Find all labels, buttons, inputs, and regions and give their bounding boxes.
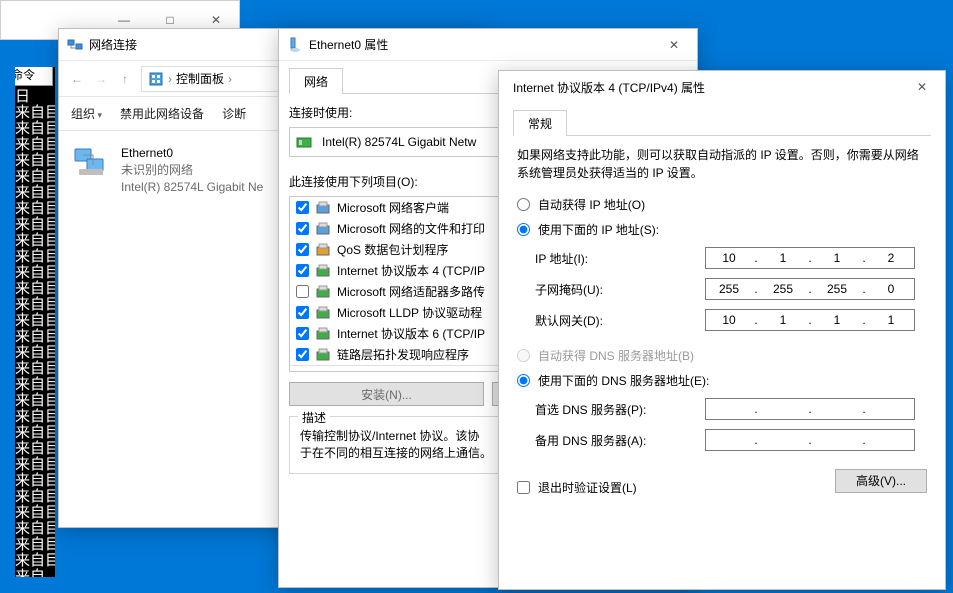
ip-address-field[interactable]: 10.1.1.2 [705, 247, 915, 269]
ip-octet[interactable]: 10 [706, 313, 752, 327]
preferred-dns-field[interactable]: ... [705, 398, 915, 420]
organize-menu[interactable]: 组织 [71, 105, 102, 122]
protocol-checkbox[interactable] [296, 306, 309, 319]
command-prompt-window: 命令 日来自目自目 1来自目自目 1来自目自目 1来自目自目 1来自目自目 1来… [15, 67, 55, 577]
description-text: 如果网络支持此功能，则可以获取自动指派的 IP 设置。否则，你需要从网络系统管理… [517, 146, 927, 182]
install-button[interactable]: 安装(N)... [289, 382, 484, 406]
protocol-checkbox[interactable] [296, 285, 309, 298]
radio-auto-ip[interactable] [517, 198, 530, 211]
back-button[interactable]: ← [65, 67, 89, 91]
close-button[interactable]: ✕ [651, 29, 697, 61]
protocol-label: QoS 数据包计划程序 [337, 241, 448, 258]
close-button[interactable]: ✕ [899, 71, 945, 103]
properties-icon [287, 37, 303, 53]
ip-octet[interactable]: 255 [814, 282, 860, 296]
protocol-label: Microsoft 网络客户端 [337, 199, 449, 216]
subnet-mask-field[interactable]: 255.255.255.0 [705, 278, 915, 300]
advanced-button[interactable]: 高级(V)... [835, 469, 927, 493]
protocol-checkbox[interactable] [296, 264, 309, 277]
gateway-label: 默认网关(D): [535, 312, 705, 329]
radio-manual-ip[interactable] [517, 223, 530, 236]
radio-auto-dns [517, 349, 530, 362]
adapter-name: Intel(R) 82574L Gigabit Netw [322, 135, 476, 149]
protocol-icon [315, 263, 331, 279]
protocol-icon [315, 284, 331, 300]
alternate-dns-field[interactable]: ... [705, 429, 915, 451]
gateway-field[interactable]: 10.1.1.1 [705, 309, 915, 331]
tab-general[interactable]: 常规 [513, 110, 567, 136]
protocol-checkbox[interactable] [296, 201, 309, 214]
adapter-icon [73, 145, 113, 181]
protocol-label: Microsoft 网络的文件和打印 [337, 220, 485, 237]
protocol-checkbox[interactable] [296, 222, 309, 235]
protocol-icon [315, 347, 331, 363]
up-button[interactable]: ↑ [113, 67, 137, 91]
ip-octet[interactable]: 0 [868, 282, 914, 296]
validate-checkbox[interactable] [517, 481, 530, 494]
protocol-label: Internet 协议版本 6 (TCP/IP [337, 325, 485, 342]
nic-icon [296, 135, 314, 149]
tab-bar: 常规 [513, 109, 931, 136]
cmd-output: 日来自目自目 1来自目自目 1来自目自目 1来自目自目 1来自目自目 1来自目自… [15, 89, 55, 577]
ip-octet[interactable]: 2 [868, 251, 914, 265]
subnet-mask-label: 子网掩码(U): [535, 281, 705, 298]
ipv4-properties-window: Internet 协议版本 4 (TCP/IPv4) 属性 ✕ 常规 如果网络支… [498, 70, 946, 590]
ip-octet[interactable]: 1 [760, 251, 806, 265]
protocol-checkbox[interactable] [296, 327, 309, 340]
protocol-label: Internet 协议版本 4 (TCP/IP [337, 262, 485, 279]
protocol-icon [315, 200, 331, 216]
protocol-label: Microsoft LLDP 协议驱动程 [337, 304, 482, 321]
window-title: Ethernet0 属性 [309, 36, 651, 53]
ip-octet[interactable]: 255 [760, 282, 806, 296]
protocol-label: 链路层拓扑发现响应程序 [337, 346, 469, 363]
disable-device-button[interactable]: 禁用此网络设备 [120, 105, 204, 122]
ip-address-label: IP 地址(I): [535, 250, 705, 267]
forward-button[interactable]: → [89, 67, 113, 91]
titlebar[interactable]: Ethernet0 属性 ✕ [279, 29, 697, 61]
crumb-control-panel[interactable]: 控制面板 [176, 70, 224, 87]
protocol-icon [315, 221, 331, 237]
manual-dns-label: 使用下面的 DNS 服务器地址(E): [538, 372, 709, 389]
auto-ip-label: 自动获得 IP 地址(O) [538, 196, 645, 213]
protocol-checkbox[interactable] [296, 348, 309, 361]
validate-label: 退出时验证设置(L) [538, 479, 637, 496]
titlebar[interactable]: Internet 协议版本 4 (TCP/IPv4) 属性 ✕ [499, 71, 945, 103]
ip-octet[interactable]: 1 [868, 313, 914, 327]
ip-octet[interactable]: 1 [760, 313, 806, 327]
preferred-dns-label: 首选 DNS 服务器(P): [535, 401, 705, 418]
adapter-model: Intel(R) 82574L Gigabit Ne [121, 179, 263, 196]
radio-manual-dns[interactable] [517, 374, 530, 387]
protocol-icon [315, 305, 331, 321]
manual-ip-label: 使用下面的 IP 地址(S): [538, 221, 659, 238]
cmd-title-frag: 命令 [15, 67, 53, 86]
auto-dns-label: 自动获得 DNS 服务器地址(B) [538, 347, 694, 364]
window-title: Internet 协议版本 4 (TCP/IPv4) 属性 [507, 79, 899, 96]
protocol-label: Microsoft 网络适配器多路传 [337, 283, 485, 300]
ip-octet[interactable]: 1 [814, 251, 860, 265]
protocol-checkbox[interactable] [296, 243, 309, 256]
diagnose-button[interactable]: 诊断 [222, 105, 246, 122]
adapter-name: Ethernet0 [121, 145, 263, 162]
ip-octet[interactable]: 1 [814, 313, 860, 327]
protocol-icon [315, 242, 331, 258]
network-icon [67, 37, 83, 53]
tab-network[interactable]: 网络 [289, 68, 343, 94]
description-label: 描述 [298, 409, 330, 426]
alternate-dns-label: 备用 DNS 服务器(A): [535, 432, 705, 449]
ip-octet[interactable]: 10 [706, 251, 752, 265]
protocol-icon [315, 326, 331, 342]
ip-octet[interactable]: 255 [706, 282, 752, 296]
adapter-status: 未识别的网络 [121, 162, 263, 179]
control-panel-icon [148, 71, 164, 87]
